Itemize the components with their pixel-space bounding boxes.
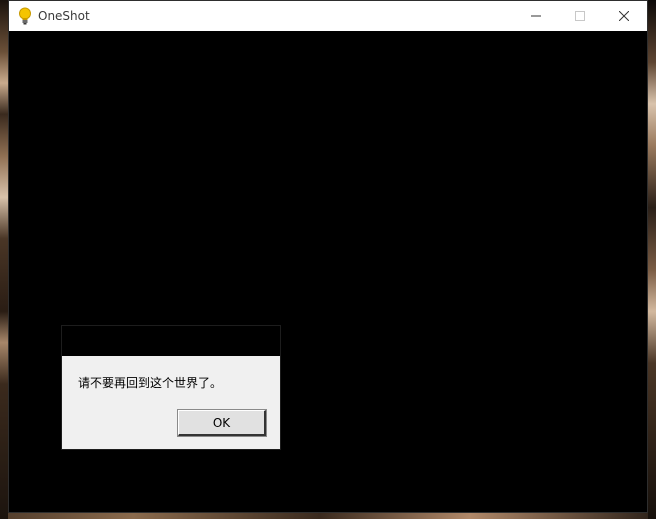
minimize-icon	[531, 15, 541, 17]
dialog-titlebar[interactable]	[62, 326, 280, 356]
window-title: OneShot	[38, 9, 90, 23]
close-icon	[619, 11, 629, 21]
desktop-wallpaper-left	[0, 0, 8, 519]
ok-button[interactable]: OK	[177, 409, 267, 437]
dialog-message: 请不要再回到这个世界了。	[78, 376, 223, 390]
desktop-wallpaper-right	[648, 0, 656, 519]
app-window: OneShot 请不要再回到这个世界了。 OK	[8, 0, 648, 513]
dialog-body: 请不要再回到这个世界了。 OK	[62, 356, 280, 449]
minimize-button[interactable]	[513, 1, 559, 31]
close-button[interactable]	[601, 1, 647, 31]
window-titlebar[interactable]: OneShot	[9, 1, 647, 31]
maximize-icon	[575, 11, 585, 21]
maximize-button[interactable]	[557, 1, 603, 31]
lightbulb-icon	[18, 7, 32, 25]
message-dialog: 请不要再回到这个世界了。 OK	[61, 325, 281, 450]
